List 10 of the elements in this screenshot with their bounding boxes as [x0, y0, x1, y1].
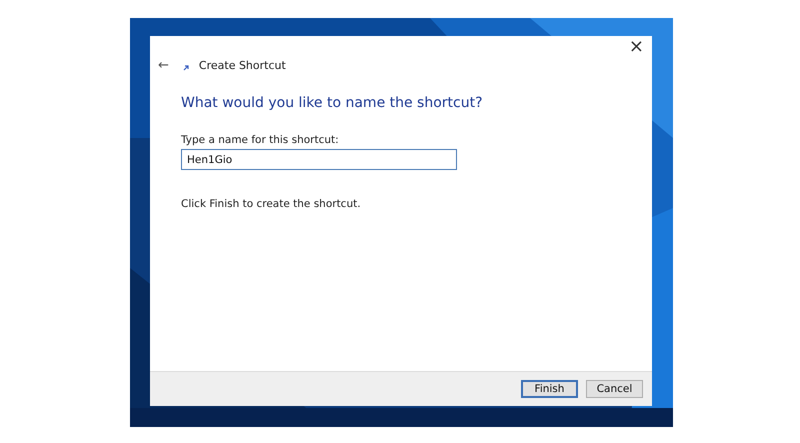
finish-button[interactable]: Finish	[521, 380, 578, 398]
cancel-button[interactable]: Cancel	[586, 380, 643, 398]
name-field[interactable]: Hen1Gio	[181, 149, 457, 170]
field-label: Type a name for this shortcut:	[181, 134, 340, 146]
shortcut-icon	[182, 64, 189, 70]
instruction-text: Click Finish to create the shortcut.	[181, 198, 362, 210]
window-title: Create Shortcut	[198, 59, 286, 72]
page-heading: What would you like to name the shortcut?	[181, 95, 484, 111]
back-button[interactable]: ←	[158, 58, 169, 73]
close-button[interactable]: ×	[626, 38, 646, 56]
